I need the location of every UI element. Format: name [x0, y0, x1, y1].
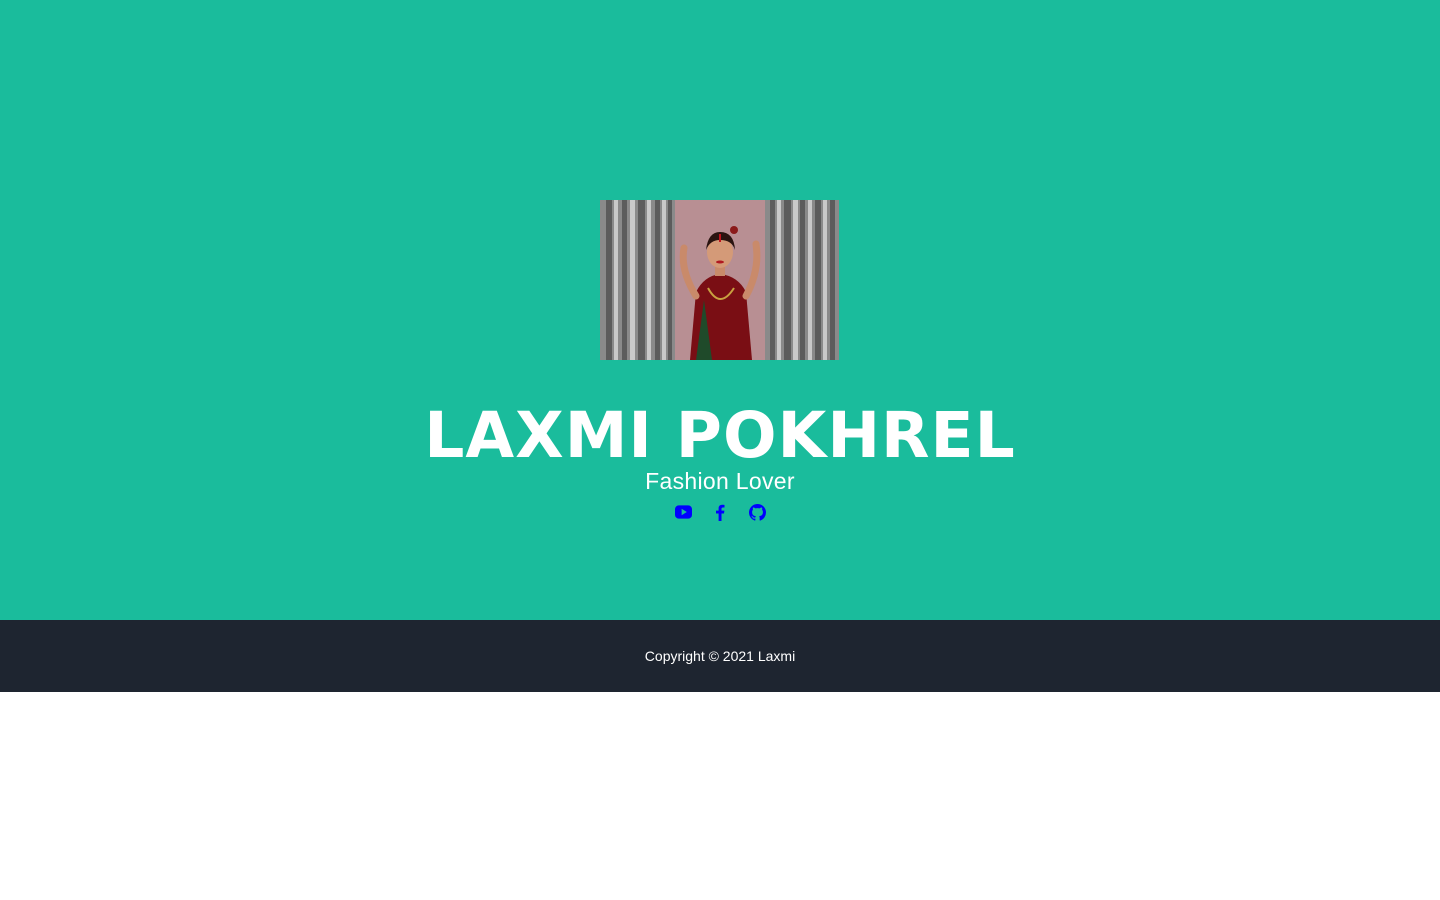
facebook-icon [716, 504, 725, 521]
profile-photo [600, 200, 839, 360]
page-title: LAXMI POKHREL [424, 399, 1016, 472]
tagline: Fashion Lover [645, 468, 795, 494]
facebook-link[interactable] [712, 502, 729, 522]
github-link[interactable] [748, 502, 766, 522]
youtube-link[interactable] [674, 502, 692, 522]
footer: Copyright © 2021 Laxmi [0, 620, 1440, 692]
copyright-text: Copyright © 2021 Laxmi [644, 648, 796, 664]
social-links [0, 502, 1440, 522]
hero-section: LAXMI POKHREL Fashion Lover [0, 0, 1440, 620]
youtube-icon [674, 505, 692, 519]
github-icon [748, 503, 766, 521]
